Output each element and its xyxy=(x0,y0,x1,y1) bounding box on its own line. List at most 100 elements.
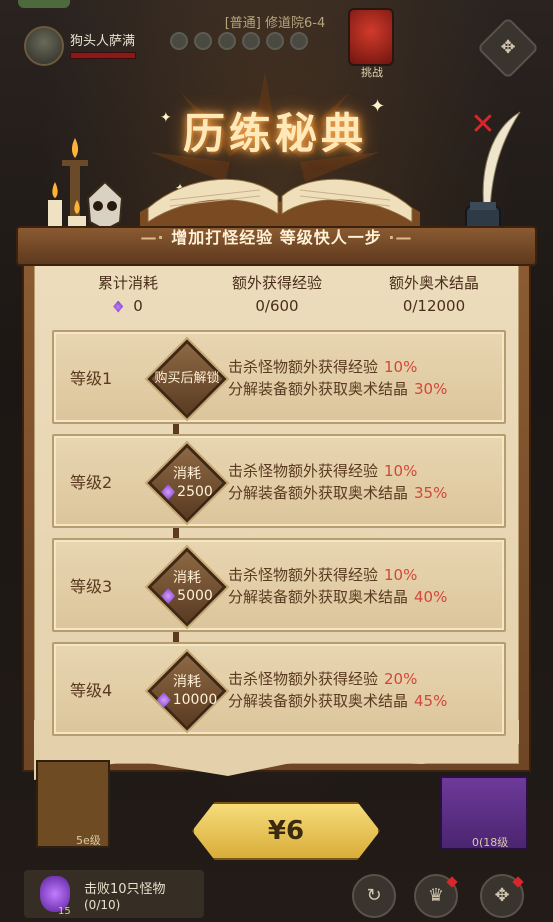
stage-node xyxy=(290,32,308,50)
bonus-exp-pct: 20% xyxy=(384,670,418,688)
stat-exp: 额外获得经验 0/600 xyxy=(207,272,347,315)
refresh-icon: ↻ xyxy=(366,885,382,906)
stat-consumed-value-row: 0 xyxy=(58,297,198,315)
wings-count-tag: 0(18级 xyxy=(472,836,509,849)
bonus-crystal-pct: 30% xyxy=(414,380,448,398)
level-name: 等级3 xyxy=(70,577,113,596)
stat-consumed: 累计消耗 0 xyxy=(58,272,198,315)
stat-exp-value: 0/600 xyxy=(255,297,299,315)
bonus-exp-pct: 10% xyxy=(384,566,418,584)
stat-crystal-label: 额外奥术结晶 xyxy=(388,274,479,292)
bonus-crystal-text: 分解装备额外获取奥术结晶 xyxy=(228,380,409,398)
stat-exp-label: 额外获得经验 xyxy=(231,274,322,292)
crystal-icon xyxy=(161,588,176,604)
bonus-exp-pct: 10% xyxy=(384,462,418,480)
buy-button-label: ¥6 xyxy=(267,816,305,846)
stage-node xyxy=(218,32,236,50)
stat-consumed-label: 累计消耗 xyxy=(97,274,158,292)
level-name: 等级2 xyxy=(70,473,113,492)
stage-progress xyxy=(170,32,340,50)
stats-row: 累计消耗 0 额外获得经验 0/600 额外奥术结晶 0/12000 xyxy=(40,272,512,320)
bonus-crystal: 分解装备额外获取奥术结晶 45% xyxy=(228,690,447,712)
stat-consumed-value: 0 xyxy=(133,297,143,315)
stat-crystal-value: 0/12000 xyxy=(402,297,466,315)
equipment-level-tag: 5e级 xyxy=(76,834,101,847)
bonus-exp-text: 击杀怪物额外获得经验 xyxy=(228,566,379,584)
level-card-3[interactable]: 等级3 消耗 5000 击杀怪物额外获得经验 10% 分解装备额外获取奥术结晶 40… xyxy=(52,538,506,632)
stage-node xyxy=(194,32,212,50)
crystal-icon xyxy=(156,692,171,708)
cost-row: 10000 xyxy=(156,691,218,709)
level-unlock-badge: 购买后解锁 xyxy=(147,339,227,419)
stat-crystal: 额外奥术结晶 0/12000 xyxy=(364,272,504,315)
refresh-button[interactable]: ↻ xyxy=(352,874,396,918)
bonus-exp: 击杀怪物额外获得经验 10% xyxy=(228,460,447,482)
close-button[interactable]: ✕ xyxy=(468,110,498,140)
crown-icon: ♛ xyxy=(427,885,445,906)
stage-title: [普通] 修道院6-4 xyxy=(224,16,326,31)
diamond-text: 购买后解锁 xyxy=(148,340,226,418)
cost-label: 消耗 xyxy=(173,570,201,586)
settings-icon: ✥ xyxy=(500,37,516,58)
bonus-exp: 击杀怪物额外获得经验 10% xyxy=(228,356,447,378)
cost-label: 消耗 xyxy=(173,466,201,482)
compass-icon: ✥ xyxy=(494,885,510,906)
player-name: 狗头人萨满 xyxy=(70,34,136,49)
level-cost-badge: 消耗 5000 xyxy=(147,547,227,627)
bonus-exp: 击杀怪物额外获得经验 20% xyxy=(228,668,447,690)
close-icon: ✕ xyxy=(470,107,496,142)
level-card-4[interactable]: 等级4 消耗 10000 击杀怪物额外获得经验 20% 分解装备额外获取奥术结晶 4… xyxy=(52,642,506,736)
buy-button[interactable]: ¥6 xyxy=(192,802,380,860)
bonus-crystal: 分解装备额外获取奥术结晶 40% xyxy=(228,586,447,608)
settings-button[interactable]: ✥ xyxy=(476,16,540,80)
stage-node xyxy=(242,32,260,50)
bonus-exp-pct: 10% xyxy=(384,358,418,376)
locked-label: 购买后解锁 xyxy=(154,371,220,386)
bonus-crystal: 分解装备额外获取奥术结晶 30% xyxy=(228,378,447,400)
bonus-crystal-pct: 40% xyxy=(414,588,448,606)
subtitle-text: 增加打怪经验 等级快人一步 xyxy=(171,228,382,247)
level-cost-badge: 消耗 10000 xyxy=(147,651,227,731)
bonus-exp-text: 击杀怪物额外获得经验 xyxy=(228,462,379,480)
level-cost-badge: 消耗 2500 xyxy=(147,443,227,523)
level-card-1[interactable]: 等级1 购买后解锁 击杀怪物额外获得经验 10% 分解装备额外获取奥术结晶 30% xyxy=(52,330,506,424)
diamond-text: 消耗 2500 xyxy=(148,444,226,522)
top-badge xyxy=(18,0,70,8)
bonus-crystal-text: 分解装备额外获取奥术结晶 xyxy=(228,692,409,710)
bonus-exp-text: 击杀怪物额外获得经验 xyxy=(228,670,379,688)
bonus-crystal-text: 分解装备额外获取奥术结晶 xyxy=(228,484,409,502)
player-hp-bar xyxy=(70,52,136,59)
cost-value: 5000 xyxy=(177,588,213,604)
quest-icon-count: 15 xyxy=(58,906,71,917)
boss-challenge-icon[interactable] xyxy=(348,8,394,66)
subtitle-deco-right: ·— xyxy=(388,228,413,247)
cost-row: 5000 xyxy=(161,587,213,605)
level-name: 等级4 xyxy=(70,681,113,700)
diamond-text: 消耗 10000 xyxy=(148,652,226,730)
cost-value: 2500 xyxy=(177,484,213,500)
crystal-icon xyxy=(161,484,176,500)
bonus-exp-text: 击杀怪物额外获得经验 xyxy=(228,358,379,376)
bonus-crystal-pct: 45% xyxy=(414,692,448,710)
player-avatar[interactable] xyxy=(24,26,64,66)
stage-node xyxy=(266,32,284,50)
quest-progress: (0/10) xyxy=(84,898,121,912)
level-card-2[interactable]: 等级2 消耗 2500 击杀怪物额外获得经验 10% 分解装备额外获取奥术结晶 35… xyxy=(52,434,506,528)
level-bonus: 击杀怪物额外获得经验 10% 分解装备额外获取奥术结晶 35% xyxy=(228,460,447,504)
stage-node xyxy=(170,32,188,50)
bonus-crystal-text: 分解装备额外获取奥术结晶 xyxy=(228,588,409,606)
dialog-subtitle: —· 增加打怪经验 等级快人一步 ·— xyxy=(16,226,537,250)
level-bonus: 击杀怪物额外获得经验 10% 分解装备额外获取奥术结晶 30% xyxy=(228,356,447,400)
bonus-crystal-pct: 35% xyxy=(414,484,448,502)
bonus-exp: 击杀怪物额外获得经验 10% xyxy=(228,564,447,586)
level-name: 等级1 xyxy=(70,369,113,388)
subtitle-deco-left: —· xyxy=(140,228,165,247)
level-bonus: 击杀怪物额外获得经验 20% 分解装备额外获取奥术结晶 45% xyxy=(228,668,447,712)
cost-row: 2500 xyxy=(161,483,213,501)
cost-label: 消耗 xyxy=(173,674,201,690)
quest-text: 击败10只怪物 xyxy=(84,882,166,897)
level-bonus: 击杀怪物额外获得经验 10% 分解装备额外获取奥术结晶 40% xyxy=(228,564,447,608)
cost-value: 10000 xyxy=(172,692,218,708)
diamond-text: 消耗 5000 xyxy=(148,548,226,626)
dialog-title: 历练秘典 xyxy=(182,109,367,158)
